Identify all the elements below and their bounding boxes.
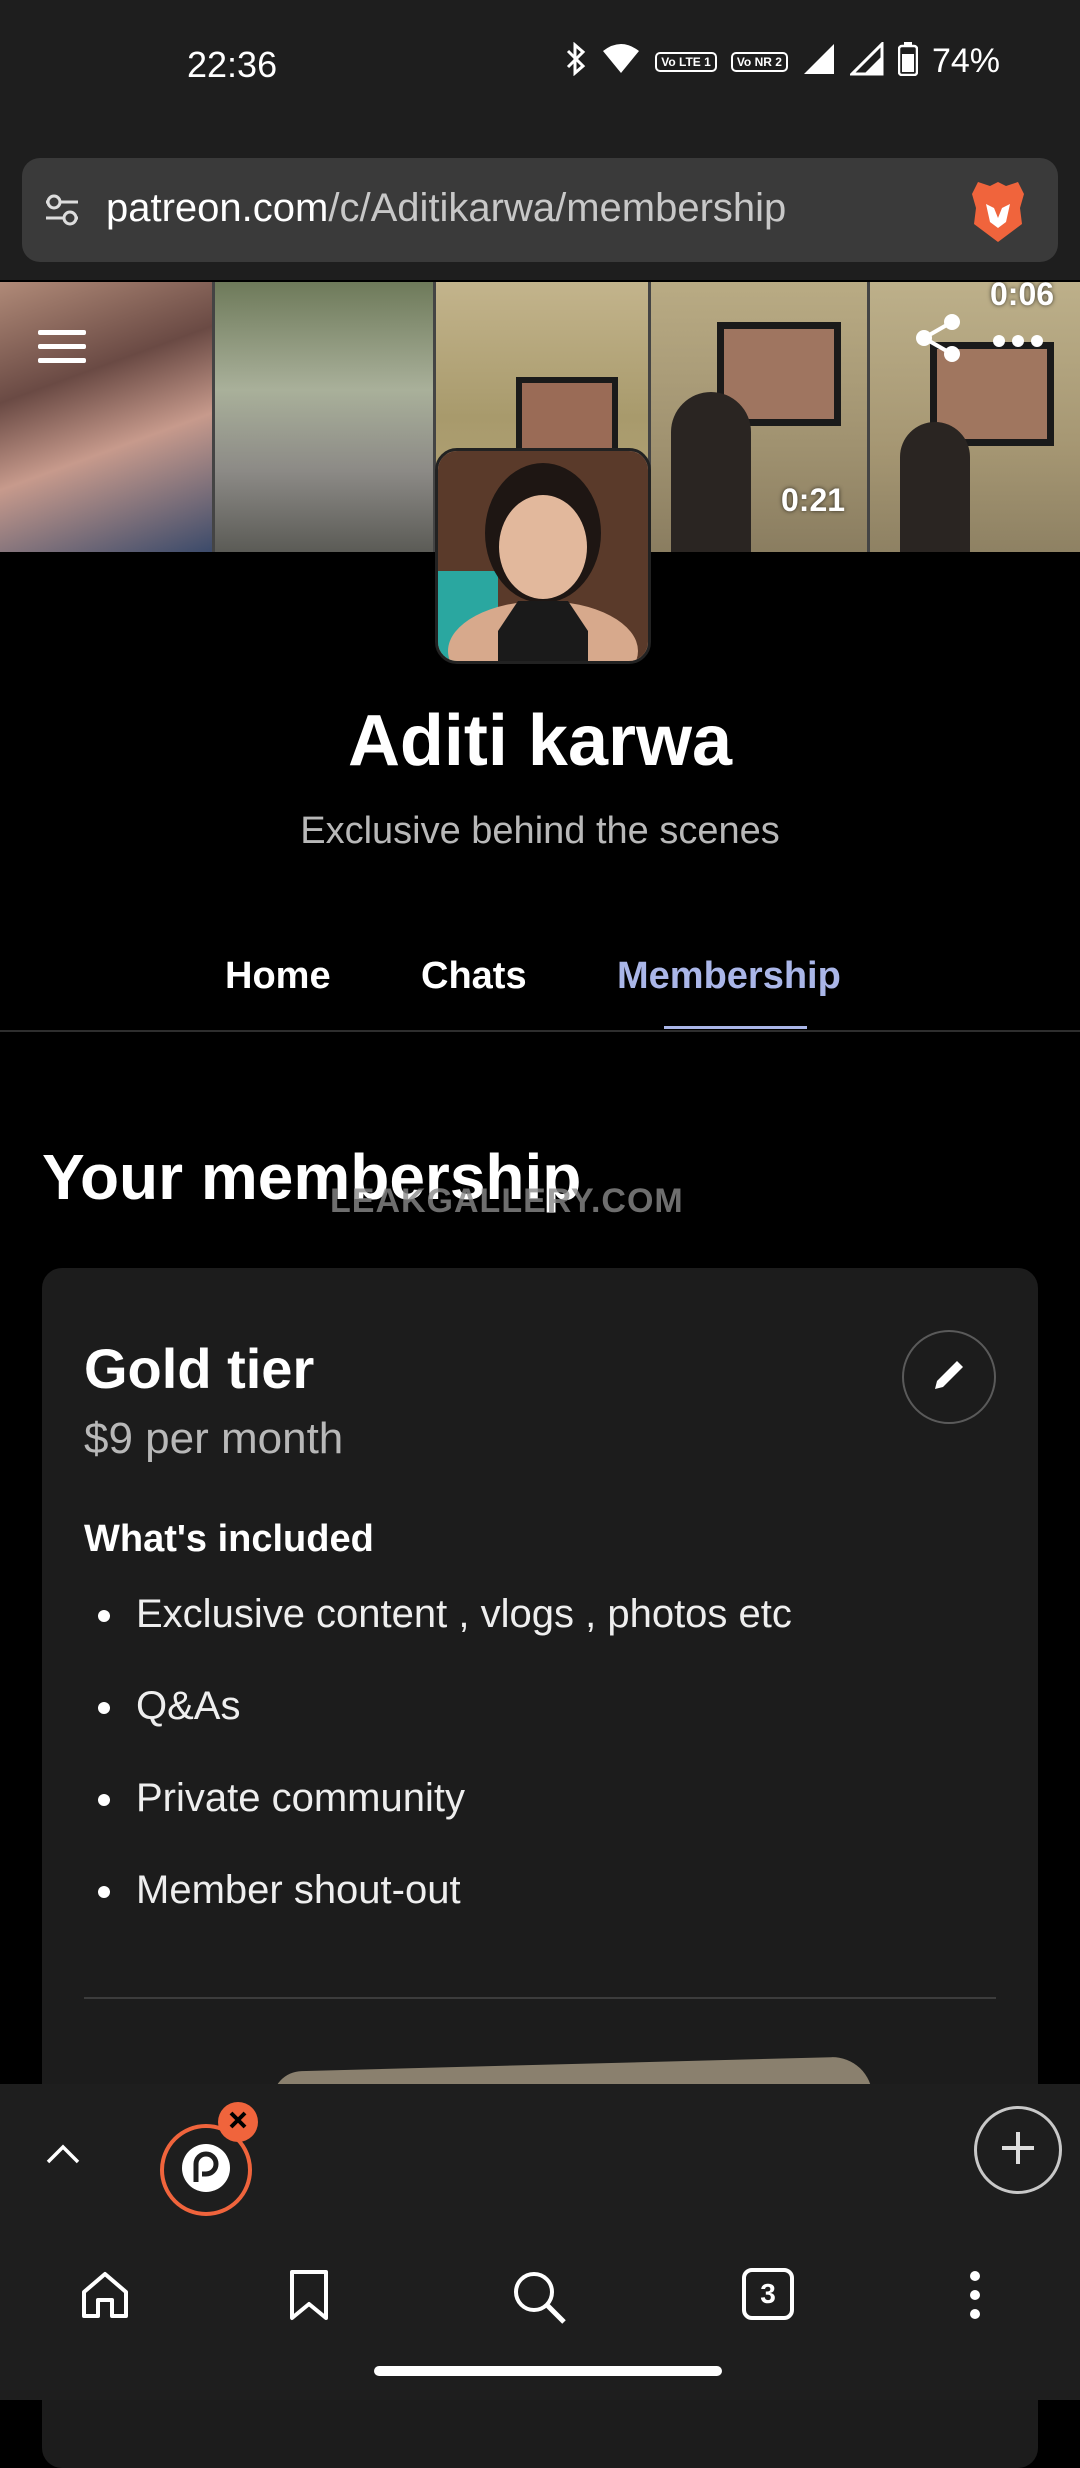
bookmark-icon[interactable]: [286, 2268, 332, 2327]
tab-chats[interactable]: Chats: [421, 955, 527, 998]
benefits-list: Exclusive content , vlogs , photos etc Q…: [84, 1588, 792, 1956]
video-duration: 0:21: [781, 482, 846, 518]
included-heading: What's included: [84, 1518, 374, 1560]
status-icons: Vo LTE 1 Vo NR 2 74%: [565, 40, 1000, 81]
tabs-icon[interactable]: 3: [742, 2268, 794, 2320]
more-icon[interactable]: [992, 334, 1044, 353]
volte-badge-1: Vo LTE 1: [655, 51, 717, 72]
home-icon[interactable]: [78, 2268, 132, 2327]
avatar[interactable]: [435, 448, 651, 664]
banner-photo-2: [215, 282, 433, 552]
banner-video-thumb-2[interactable]: 0:06: [870, 282, 1080, 552]
banner-photo-1: [0, 282, 212, 552]
bluetooth-icon: [565, 41, 587, 81]
plus-icon: [996, 2126, 1040, 2175]
overflow-icon[interactable]: [966, 2268, 984, 2327]
battery-percent: 74%: [931, 42, 1000, 80]
chevron-up-icon[interactable]: [42, 2134, 84, 2181]
url-path: /c/Aditikarwa/membership: [328, 186, 787, 230]
benefit-item: Exclusive content , vlogs , photos etc: [84, 1588, 792, 1680]
creator-tagline: Exclusive behind the scenes: [300, 810, 780, 852]
url-bar[interactable]: patreon.com/c/Aditikarwa/membership: [22, 158, 1058, 262]
signal-icon-2: [848, 40, 884, 81]
browser-tab-strip: [0, 2084, 1080, 2224]
url-host: patreon.com: [106, 186, 329, 230]
profile-tabs: Home Chats Membership: [0, 955, 1080, 1030]
url-text[interactable]: patreon.com/c/Aditikarwa/membership: [106, 186, 786, 231]
battery-icon: [897, 42, 919, 81]
brave-lion-icon[interactable]: [968, 178, 1028, 249]
menu-icon[interactable]: [38, 330, 86, 372]
close-icon: [227, 2109, 249, 2136]
browser-url-area: patreon.com/c/Aditikarwa/membership: [0, 140, 1080, 280]
benefit-item: Private community: [84, 1772, 792, 1864]
creator-name: Aditi karwa: [347, 701, 733, 781]
tab-membership[interactable]: Membership: [617, 955, 841, 998]
vonr-badge-2: Vo NR 2: [730, 51, 788, 72]
new-tab-button[interactable]: [974, 2106, 1062, 2194]
benefit-item: Q&As: [84, 1680, 792, 1772]
share-icon[interactable]: [912, 312, 964, 369]
tune-icon[interactable]: [40, 188, 84, 237]
card-divider: [84, 1997, 996, 1999]
banner-video-thumb-1[interactable]: 0:21: [651, 282, 867, 552]
tier-price: $9 per month: [84, 1414, 344, 1463]
wifi-icon: [601, 43, 641, 80]
close-tab-button[interactable]: [218, 2102, 258, 2142]
gesture-handle[interactable]: [374, 2366, 722, 2376]
tabs-divider: [0, 1030, 1080, 1032]
search-icon[interactable]: [510, 2268, 568, 2331]
status-bar: 22:36 Vo LTE 1 Vo NR 2 74%: [0, 0, 1080, 140]
edit-pencil-icon: [929, 1355, 969, 1400]
watermark: LEAKGALLERY.COM: [330, 1182, 684, 1220]
benefit-item: Member shout-out: [84, 1864, 792, 1956]
tab-home[interactable]: Home: [225, 955, 331, 998]
status-time: 22:36: [187, 44, 278, 85]
tier-name: Gold tier: [84, 1337, 315, 1400]
active-tab-indicator: [664, 1026, 807, 1029]
signal-icon: [802, 42, 836, 81]
patreon-icon: [180, 2142, 232, 2199]
edit-membership-button[interactable]: [902, 1330, 996, 1424]
video-duration-2: 0:06: [990, 282, 1055, 312]
